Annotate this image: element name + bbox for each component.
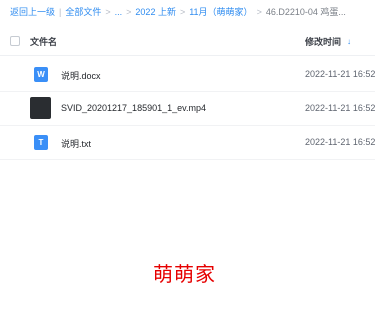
- file-name[interactable]: SVID_20201217_185901_1_ev.mp4: [61, 103, 206, 113]
- breadcrumb-ellipsis[interactable]: ...: [115, 5, 123, 19]
- breadcrumb-arrow: >: [256, 7, 262, 17]
- breadcrumb-november[interactable]: 11月（萌萌家）: [189, 5, 252, 19]
- file-modified: 2022-11-21 16:52: [305, 137, 375, 147]
- select-all-checkbox[interactable]: [10, 36, 20, 46]
- breadcrumb-divider: |: [59, 7, 62, 17]
- file-row[interactable]: W 说明.docx 2022-11-21 16:52: [0, 58, 375, 92]
- txt-doc-icon: T: [34, 135, 48, 150]
- file-row[interactable]: T 说明.txt 2022-11-21 16:52: [0, 126, 375, 160]
- video-thumbnail-icon: [30, 97, 51, 119]
- file-modified: 2022-11-21 16:52: [305, 69, 375, 79]
- column-filename[interactable]: 文件名: [30, 35, 57, 48]
- file-browser: 返回上一级 | 全部文件 > ... > 2022 上新 > 11月（萌萌家） …: [0, 0, 375, 310]
- breadcrumb-arrow: >: [179, 7, 186, 17]
- breadcrumb: 返回上一级 | 全部文件 > ... > 2022 上新 > 11月（萌萌家） …: [10, 5, 346, 19]
- arrow-down-icon[interactable]: ↓: [347, 37, 351, 46]
- breadcrumb-arrow: >: [126, 7, 132, 17]
- column-modified-label: 修改时间: [305, 37, 342, 47]
- file-row[interactable]: SVID_20201217_185901_1_ev.mp4 2022-11-21…: [0, 92, 375, 126]
- column-modified-time[interactable]: 修改时间 ↓: [305, 35, 351, 48]
- file-name[interactable]: 说明.txt: [61, 137, 91, 150]
- breadcrumb-arrow: >: [105, 7, 111, 17]
- back-link[interactable]: 返回上一级: [10, 5, 55, 19]
- breadcrumb-all-files[interactable]: 全部文件: [65, 5, 101, 19]
- watermark-text: 萌萌家: [153, 262, 216, 286]
- file-modified: 2022-11-21 16:52: [305, 103, 375, 113]
- file-name[interactable]: 说明.docx: [61, 69, 101, 82]
- file-list-header: 文件名 修改时间 ↓: [0, 29, 375, 56]
- word-doc-icon: W: [34, 67, 48, 82]
- breadcrumb-2022[interactable]: 2022 上新: [135, 5, 176, 19]
- breadcrumb-current: 46.D2210-04 鸡蛋...: [265, 7, 346, 17]
